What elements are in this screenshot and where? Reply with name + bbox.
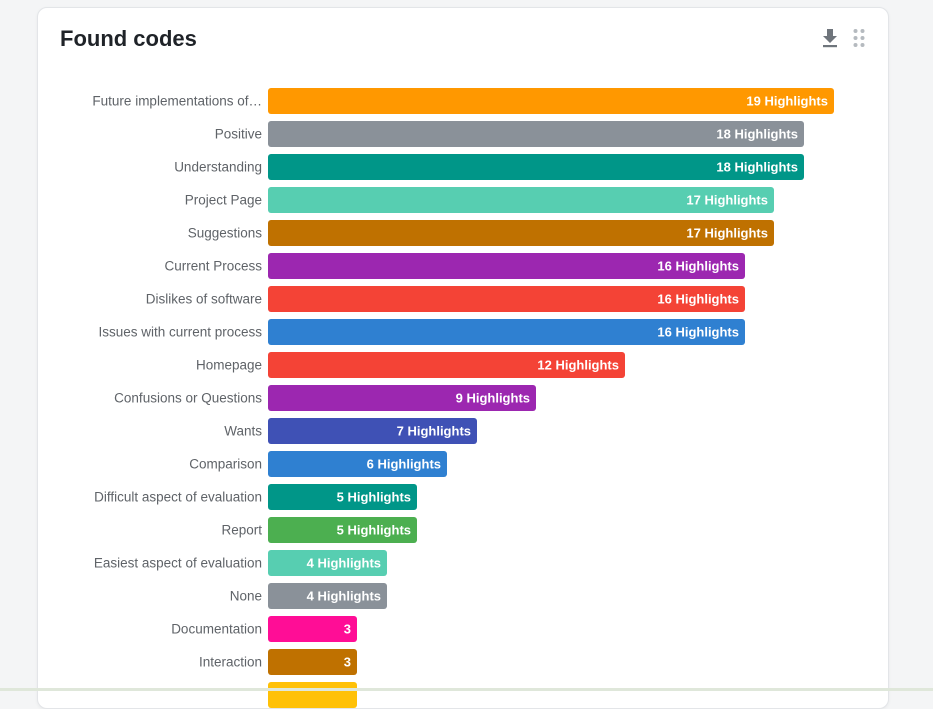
category-label: Current Process [164,259,262,274]
bar-chart: Future implementations of… 19 Highlights P… [92,88,834,708]
bar-value-label: 5 Highlights [337,490,411,505]
bar-value-label: 3 [344,622,351,637]
category-label: Interaction [199,655,262,670]
category-label: None [230,589,262,604]
bar-value-label: 16 Highlights [657,325,739,340]
bar-value-label: 6 Highlights [367,457,441,472]
category-label: Difficult aspect of evaluation [94,490,262,505]
category-label: Positive [215,127,262,142]
bar-value-label: 17 Highlights [686,226,768,241]
bar[interactable] [268,682,357,708]
category-label: Homepage [196,358,262,373]
category-label: Documentation [171,622,262,637]
bar-value-label: 4 Highlights [307,589,381,604]
bar-value-label: 3 [344,655,351,670]
category-label: Understanding [174,160,262,175]
bar-value-label: 16 Highlights [657,292,739,307]
category-label: Wants [224,424,262,439]
category-label: Dislikes of software [146,292,262,307]
category-label: Report [221,523,262,538]
bar-value-label: 18 Highlights [716,127,798,142]
category-label: Project Page [185,193,262,208]
category-label: Confusions or Questions [114,391,262,406]
bar-value-label: 19 Highlights [746,94,828,109]
bar-value-label: 17 Highlights [686,193,768,208]
bar-value-label: 9 Highlights [456,391,530,406]
category-label: Suggestions [188,226,263,241]
category-label: Issues with current process [98,325,262,340]
category-label: Future implementations of… [92,94,262,109]
category-label: Comparison [189,457,262,472]
found-codes-card: Found codes Future implementations of… 19… [37,7,889,709]
bar-value-label: 4 Highlights [307,556,381,571]
bar-value-label: 12 Highlights [537,358,619,373]
category-label: Easiest aspect of evaluation [94,556,262,571]
bar-value-label: 7 Highlights [397,424,471,439]
bar-value-label: 5 Highlights [337,523,411,538]
bar-value-label: 16 Highlights [657,259,739,274]
bar-value-label: 18 Highlights [716,160,798,175]
